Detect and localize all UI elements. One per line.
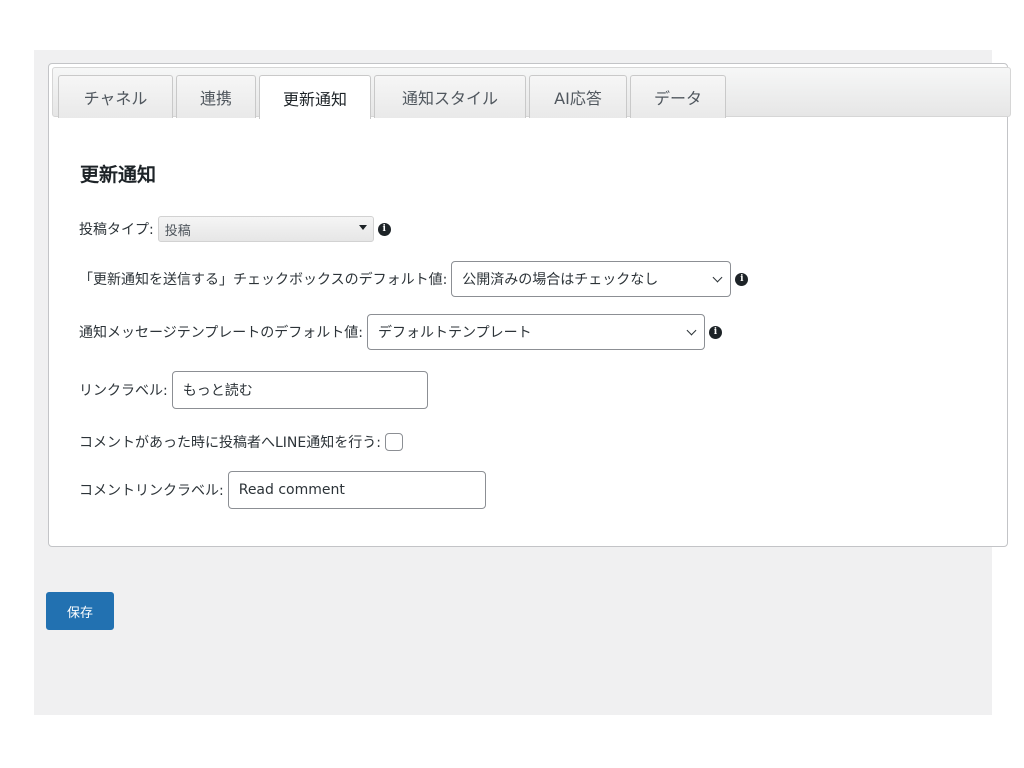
default-send-row: 「更新通知を送信する」チェックボックスのデフォルト値: 公開済みの場合はチェック… — [79, 261, 749, 297]
tab-update-notification[interactable]: 更新通知 — [259, 75, 371, 119]
default-send-value: 公開済みの場合はチェックなし — [462, 272, 659, 288]
link-label-input[interactable] — [171, 371, 428, 409]
tab-notification-style[interactable]: 通知スタイル — [374, 75, 526, 118]
tab-channel[interactable]: チャネル — [58, 75, 173, 118]
default-send-select[interactable]: 公開済みの場合はチェックなし — [451, 261, 732, 297]
info-icon[interactable]: i — [735, 272, 749, 286]
default-template-row: 通知メッセージテンプレートのデフォルト値: デフォルトテンプレート i — [79, 314, 723, 350]
default-send-label: 「更新通知を送信する」チェックボックスのデフォルト値: — [79, 272, 448, 288]
comment-notify-label: コメントがあった時に投稿者へLINE通知を行う: — [79, 435, 381, 451]
info-icon[interactable]: i — [377, 222, 391, 236]
default-template-value: デフォルトテンプレート — [378, 325, 532, 341]
section-title: 更新通知 — [80, 164, 157, 186]
comment-notify-checkbox[interactable] — [384, 433, 403, 451]
tab-bar: チャネル 連携 更新通知 通知スタイル AI応答 データ — [52, 67, 1011, 119]
default-template-select[interactable]: デフォルトテンプレート — [367, 314, 706, 350]
tab-data[interactable]: データ — [630, 75, 726, 118]
post-type-row: 投稿タイプ: 投稿 i — [79, 216, 391, 242]
comment-notify-row: コメントがあった時に投稿者へLINE通知を行う: — [79, 432, 403, 452]
comment-link-label-label: コメントリンクラベル: — [79, 483, 224, 499]
comment-link-label-input[interactable] — [227, 471, 486, 509]
comment-link-label-row: コメントリンクラベル: — [79, 471, 486, 509]
post-type-label: 投稿タイプ: — [79, 222, 154, 238]
post-type-select[interactable]: 投稿 — [157, 216, 374, 242]
save-button[interactable]: 保存 — [46, 592, 114, 630]
chevron-down-icon — [686, 325, 697, 336]
admin-content-area: チャネル 連携 更新通知 通知スタイル AI応答 データ 更新通知 投稿タイプ:… — [34, 50, 1011, 715]
caret-down-icon — [358, 225, 367, 230]
default-template-label: 通知メッセージテンプレートのデフォルト値: — [79, 325, 364, 341]
tab-ai-response[interactable]: AI応答 — [529, 75, 627, 118]
link-label-row: リンクラベル: — [79, 371, 428, 409]
info-icon[interactable]: i — [709, 325, 723, 339]
chevron-down-icon — [712, 272, 723, 283]
post-type-value: 投稿 — [164, 223, 191, 239]
settings-panel: チャネル 連携 更新通知 通知スタイル AI応答 データ 更新通知 投稿タイプ:… — [48, 63, 1011, 547]
link-label-label: リンクラベル: — [79, 383, 168, 399]
tab-integration[interactable]: 連携 — [176, 75, 256, 118]
